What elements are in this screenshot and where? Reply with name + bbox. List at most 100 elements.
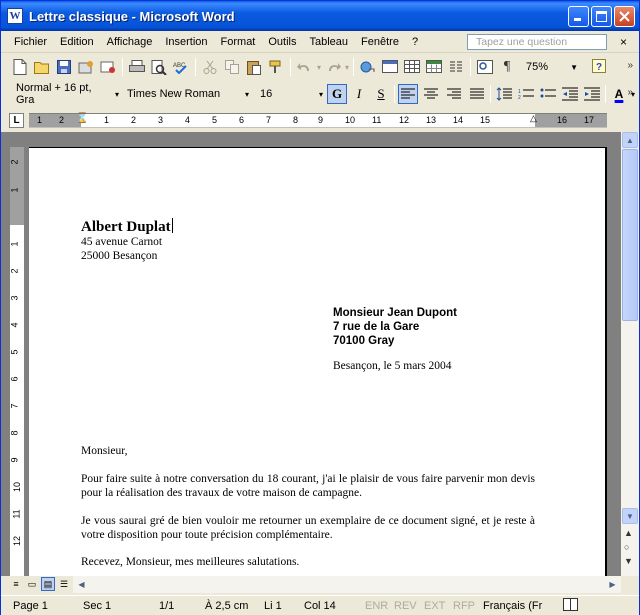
menu-fenetre[interactable]: Fenêtre	[356, 36, 404, 48]
status-track-changes[interactable]: REV	[394, 600, 417, 612]
scroll-left-icon[interactable]: ◀	[74, 577, 89, 592]
increase-indent-button[interactable]	[582, 84, 602, 104]
salutation[interactable]: Monsieur,	[81, 444, 535, 458]
status-record-macro[interactable]: ENR	[365, 600, 388, 612]
hyperlink-icon[interactable]	[357, 56, 379, 78]
sender-address-line1[interactable]: 45 avenue Carnot	[81, 235, 535, 249]
horizontal-scrollbar[interactable]: ◀ ▶	[73, 576, 621, 593]
recipient-name[interactable]: Monsieur Jean Dupont	[333, 306, 457, 320]
status-overtype[interactable]: RFP	[453, 600, 475, 612]
permission-icon[interactable]	[75, 56, 97, 78]
first-line-indent-marker[interactable]: ⌛	[76, 113, 88, 124]
zoom-combo[interactable]: 75% ▼	[522, 58, 583, 76]
redo-icon[interactable]	[322, 56, 344, 78]
email-icon[interactable]	[97, 56, 119, 78]
font-color-button[interactable]: A	[609, 84, 629, 104]
paragraph-1[interactable]: Pour faire suite à notre conversation du…	[81, 472, 535, 500]
justify-button[interactable]	[467, 84, 487, 104]
recipient-address-line2[interactable]: 70100 Gray	[333, 334, 457, 348]
help-question-input[interactable]: Tapez une question	[467, 34, 607, 50]
document-page[interactable]: Albert Duplat 45 avenue Carnot 25000 Bes…	[29, 147, 607, 576]
align-left-button[interactable]	[398, 84, 418, 104]
format-painter-icon[interactable]	[265, 56, 287, 78]
status-language[interactable]: Français (Fr	[483, 600, 542, 612]
menu-outils[interactable]: Outils	[263, 36, 301, 48]
align-right-button[interactable]	[444, 84, 464, 104]
previous-page-icon[interactable]: ▲	[624, 528, 633, 538]
vertical-scrollbar[interactable]: ▲ ▼ ▲ ○ ▼	[621, 132, 639, 576]
open-folder-icon[interactable]	[31, 56, 53, 78]
bullets-button[interactable]	[538, 84, 558, 104]
closing[interactable]: Recevez, Monsieur, mes meilleures saluta…	[81, 555, 535, 569]
ruler-number: 14	[453, 115, 464, 125]
font-combo[interactable]: Times New Roman ▾	[123, 85, 253, 103]
scroll-up-icon[interactable]: ▲	[622, 132, 638, 148]
word-app-icon[interactable]: W	[7, 8, 23, 24]
align-center-button[interactable]	[421, 84, 441, 104]
status-extend-selection[interactable]: EXT	[424, 600, 445, 612]
print-icon[interactable]	[126, 56, 148, 78]
line-spacing-button[interactable]	[494, 84, 514, 104]
menu-format[interactable]: Format	[216, 36, 261, 48]
menu-insertion[interactable]: Insertion	[160, 36, 212, 48]
document-close-icon[interactable]: ×	[620, 35, 627, 49]
font-size-combo[interactable]: 16 ▾	[253, 85, 327, 103]
undo-icon[interactable]	[294, 56, 316, 78]
scroll-down-icon[interactable]: ▼	[622, 508, 638, 524]
scroll-right-icon[interactable]: ▶	[605, 577, 620, 592]
insert-excel-icon[interactable]	[423, 56, 445, 78]
columns-icon[interactable]	[445, 56, 467, 78]
outline-view-icon[interactable]: ☰	[57, 577, 71, 591]
web-layout-view-icon[interactable]: ▭	[25, 577, 39, 591]
vertical-scroll-thumb[interactable]	[622, 149, 638, 321]
decrease-indent-button[interactable]	[560, 84, 580, 104]
new-document-icon[interactable]	[9, 56, 31, 78]
save-icon[interactable]	[53, 56, 75, 78]
spelling-icon[interactable]: ABC	[170, 56, 192, 78]
bold-button[interactable]: G	[327, 84, 347, 104]
print-layout-view-icon[interactable]: ▤	[41, 577, 55, 591]
menu-help[interactable]: ?	[407, 36, 423, 48]
select-browse-object-icon[interactable]: ○	[624, 542, 629, 552]
toolbar-options-chevron-icon[interactable]: »	[627, 60, 633, 71]
horizontal-ruler[interactable]: 1 2 ⌛ 1 2 3 4 5 6 7 8 9 10 11 12 13 14 1…	[29, 113, 607, 128]
style-combo[interactable]: Normal + 16 pt, Gra ▾	[9, 82, 123, 106]
ruler-number: 9	[318, 115, 324, 125]
underline-button[interactable]: S	[371, 84, 391, 104]
recipient-block[interactable]: Monsieur Jean Dupont 7 rue de la Gare 70…	[333, 306, 457, 348]
numbering-button[interactable]: 12	[516, 84, 536, 104]
paste-icon[interactable]	[243, 56, 265, 78]
recipient-address-line1[interactable]: 7 rue de la Gare	[333, 320, 457, 334]
help-icon[interactable]: ?	[588, 56, 610, 78]
vertical-ruler[interactable]: 2 1 1 2 3 4 5 6 7 8 9 10 11 12	[9, 147, 24, 576]
paragraph-2[interactable]: Je vous saurai gré de bien vouloir me re…	[81, 514, 535, 542]
redo-dropdown-icon[interactable]: ▾	[344, 58, 350, 76]
tab-stop-selector[interactable]: L	[9, 113, 24, 128]
maximize-button[interactable]	[591, 6, 612, 27]
menu-affichage[interactable]: Affichage	[102, 36, 158, 48]
copy-icon[interactable]	[221, 56, 243, 78]
date-line[interactable]: Besançon, le 5 mars 2004	[333, 360, 452, 372]
ruler-number: 17	[584, 115, 595, 125]
sender-block[interactable]: Albert Duplat 45 avenue Carnot 25000 Bes…	[81, 218, 535, 263]
tables-borders-icon[interactable]	[379, 56, 401, 78]
right-indent-marker[interactable]: △	[530, 113, 537, 124]
menu-tableau[interactable]: Tableau	[305, 36, 354, 48]
format-toolbar-chevron-icon[interactable]: »	[627, 87, 633, 98]
sender-address-line2[interactable]: 25000 Besançon	[81, 249, 535, 263]
insert-table-icon[interactable]	[401, 56, 423, 78]
document-map-icon[interactable]	[474, 56, 496, 78]
menu-edition[interactable]: Edition	[55, 36, 99, 48]
italic-button[interactable]: I	[349, 84, 369, 104]
cut-icon[interactable]	[199, 56, 221, 78]
next-page-icon[interactable]: ▼	[624, 556, 633, 566]
sender-name[interactable]: Albert Duplat	[81, 219, 171, 235]
minimize-button[interactable]	[568, 6, 589, 27]
close-button[interactable]	[614, 6, 635, 27]
normal-view-icon[interactable]: ≡	[9, 577, 23, 591]
spelling-status-book-icon[interactable]	[563, 598, 579, 615]
menu-fichier[interactable]: Fichier	[9, 36, 52, 48]
title-bar[interactable]: W Lettre classique - Microsoft Word	[1, 1, 639, 31]
print-preview-icon[interactable]	[148, 56, 170, 78]
show-hide-pilcrow-icon[interactable]: ¶	[496, 56, 518, 78]
